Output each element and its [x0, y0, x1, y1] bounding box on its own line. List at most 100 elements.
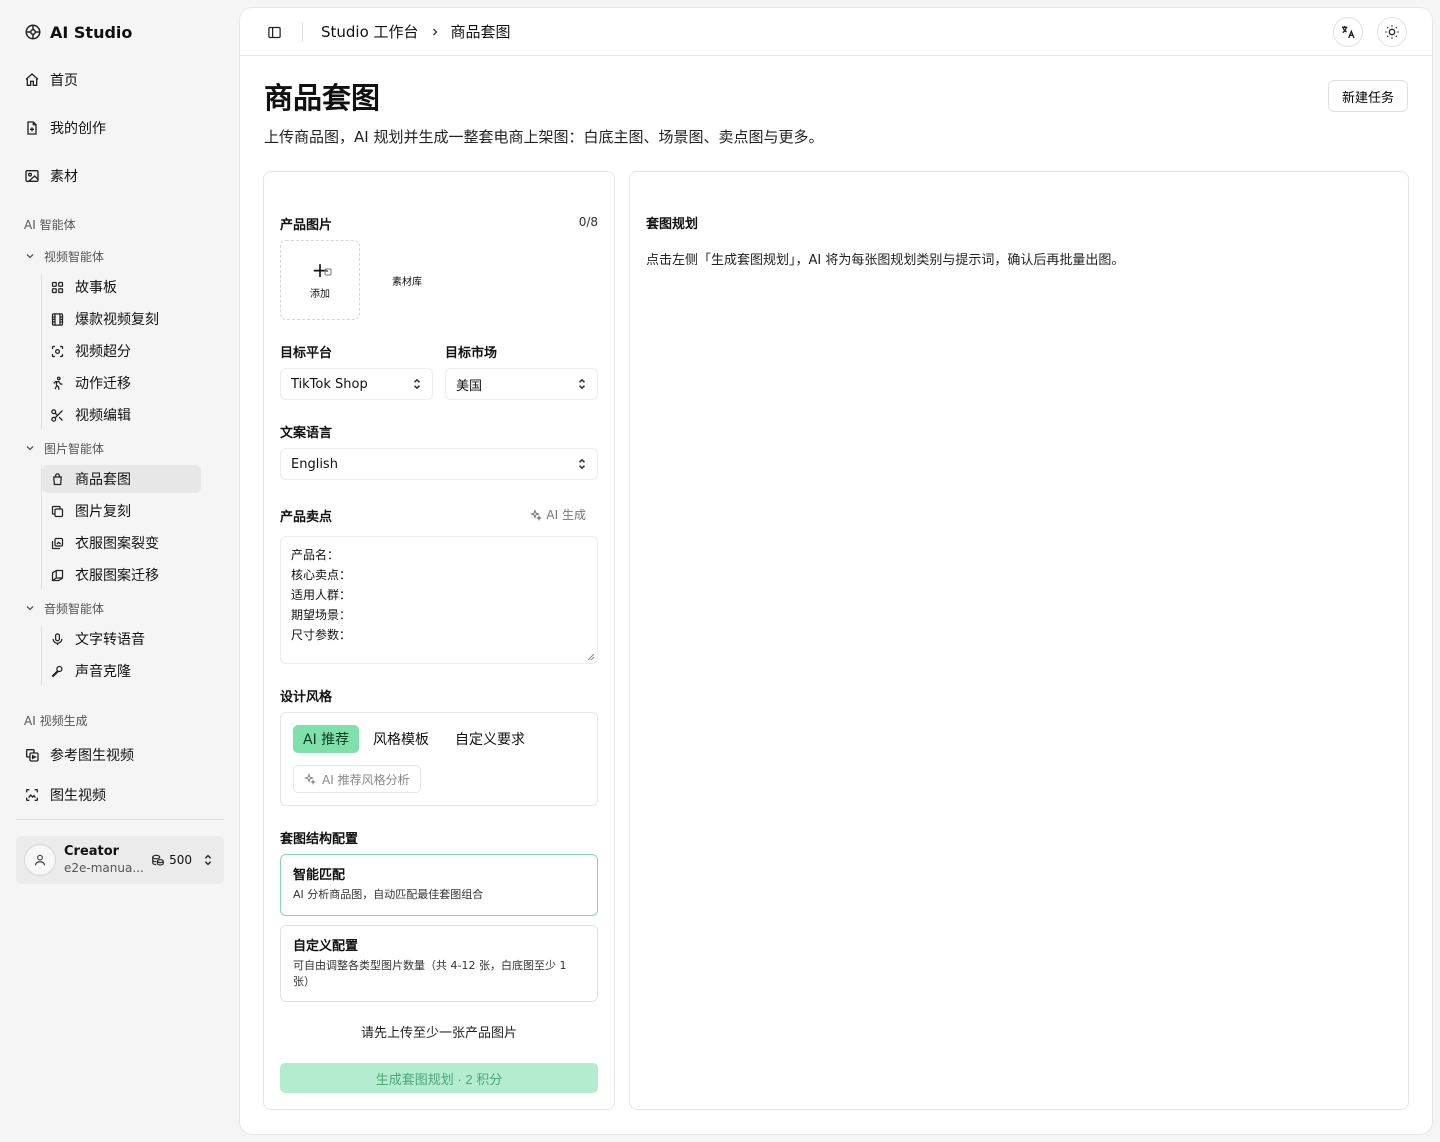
sidebar-item-pattern-transfer[interactable]: 衣服图案迁移: [42, 561, 201, 589]
coins-icon: [151, 853, 165, 867]
sidebar-item-video-edit[interactable]: 视频编辑: [42, 401, 201, 429]
selling-point-line: 期望场景：: [291, 608, 352, 622]
sidebar-item-label: 文字转语音: [75, 632, 145, 648]
platform-select[interactable]: TikTok Shop: [280, 368, 433, 400]
sidebar-item-viral-video[interactable]: 爆款视频复刻: [42, 305, 201, 333]
generate-plan-button[interactable]: 生成套图规划 · 2 积分: [280, 1063, 598, 1093]
grid-icon: [50, 280, 65, 295]
main-panel: Studio 工作台 商品套图 商品套图 上传商品图，AI 规划并生成一整套电商…: [240, 8, 1432, 1134]
option-title: 智能匹配: [293, 868, 346, 883]
chevron-up-down-icon: [577, 457, 587, 471]
sidebar-item-label: 故事板: [75, 280, 117, 296]
sidebar-item-storyboard[interactable]: 故事板: [42, 273, 201, 301]
transfer-icon: [50, 568, 65, 583]
microphone-icon: [50, 632, 65, 647]
plan-title: 套图规划: [646, 217, 699, 232]
sidebar-item-assets[interactable]: 素材: [16, 158, 224, 194]
sparkle-icon: [530, 508, 543, 521]
asset-library-link[interactable]: 素材库: [392, 273, 422, 288]
config-form: 产品图片 0/8 + 添加 素材库 目标平台 目标市场 TikTok Shop …: [263, 171, 615, 1110]
image-icon: [24, 168, 40, 184]
sidebar-item-home[interactable]: 首页: [16, 62, 224, 98]
sidebar-item-motion-transfer[interactable]: 动作迁移: [42, 369, 201, 397]
market-select[interactable]: 美国: [445, 368, 598, 400]
language-button[interactable]: [1333, 17, 1363, 47]
upload-add-button[interactable]: + 添加: [280, 240, 360, 320]
sidebar-top-nav: 首页 我的创作 素材: [16, 62, 224, 206]
scissors-icon: [50, 408, 65, 423]
sidebar-item-pattern-variation[interactable]: 衣服图案裂变: [42, 529, 201, 557]
sidebar-item-reference-video[interactable]: 参考图生视频: [16, 737, 224, 773]
group-image-agents: 图片智能体: [24, 438, 224, 458]
group-head-image[interactable]: 图片智能体: [24, 438, 224, 458]
group-head-video[interactable]: 视频智能体: [24, 246, 224, 266]
language-select[interactable]: English: [280, 448, 598, 480]
shopping-bag-icon: [50, 472, 65, 487]
sidebar-item-label: 图生视频: [50, 788, 106, 804]
option-description: 可自由调整各类型图片数量（共 4-12 张，白底图至少 1 张）: [293, 959, 567, 988]
user-icon: [33, 853, 47, 867]
upload-icon-wrap: +: [312, 260, 332, 281]
sidebar-item-image-replicate[interactable]: 图片复刻: [42, 497, 201, 525]
credits: 500: [151, 853, 214, 867]
chevron-down-icon: [24, 602, 36, 614]
selling-point-line: 尺寸参数：: [291, 628, 352, 642]
style-tab-custom[interactable]: 自定义要求: [445, 725, 535, 753]
selling-points-textarea[interactable]: 产品名： 核心卖点： 适用人群： 期望场景： 尺寸参数：: [280, 536, 598, 664]
user-name: Creator: [64, 844, 120, 859]
credits-value: 500: [169, 853, 192, 867]
sidebar-item-label: 参考图生视频: [50, 748, 134, 764]
translate-icon: [1340, 24, 1356, 40]
group-head-audio[interactable]: 音频智能体: [24, 598, 224, 618]
style-analysis-button[interactable]: AI 推荐风格分析: [293, 765, 421, 793]
theme-toggle-button[interactable]: [1377, 17, 1407, 47]
page-title: 商品套图: [264, 81, 381, 115]
market-value: 美国: [456, 378, 483, 394]
structure-option-custom[interactable]: 自定义配置 可自由调整各类型图片数量（共 4-12 张，白底图至少 1 张）: [280, 925, 598, 1002]
language-label: 文案语言: [280, 426, 333, 441]
product-images-label: 产品图片: [280, 218, 333, 233]
breadcrumb: Studio 工作台 商品套图: [321, 21, 511, 42]
ai-generate-button[interactable]: AI 生成: [530, 506, 586, 523]
language-value: English: [291, 456, 338, 472]
sidebar-item-product-set[interactable]: 商品套图: [42, 465, 201, 493]
group-audio-agents: 音频智能体: [24, 598, 224, 618]
chevron-up-down-icon: [202, 853, 214, 867]
sidebar-item-label: 衣服图案迁移: [75, 568, 159, 584]
ai-generate-label: AI 生成: [546, 508, 586, 522]
logo-icon: [24, 23, 42, 41]
user-email: e2e-manua...: [64, 861, 144, 875]
sidebar-toggle-button[interactable]: [264, 22, 284, 42]
new-task-button[interactable]: 新建任务: [1328, 80, 1408, 112]
brand-name: AI Studio: [50, 22, 133, 42]
sidebar-item-video-upscale[interactable]: 视频超分: [42, 337, 201, 365]
style-tab-ai-recommend[interactable]: AI 推荐: [293, 725, 360, 753]
design-style-label: 设计风格: [280, 690, 333, 705]
sidebar-item-voice-clone[interactable]: 声音克隆: [42, 657, 201, 685]
group-image-items: 商品套图 图片复刻 衣服图案裂变 衣服图案迁移: [41, 465, 201, 589]
file-icon: [24, 120, 40, 136]
sidebar-item-label: 爆款视频复刻: [75, 312, 159, 328]
user-card[interactable]: Creator e2e-manua... 500: [16, 836, 224, 884]
sidebar-item-label: 视频超分: [75, 344, 131, 360]
sidebar-item-tts[interactable]: 文字转语音: [42, 625, 201, 653]
sidebar-item-my-creations[interactable]: 我的创作: [16, 110, 224, 146]
chevron-down-icon: [24, 250, 36, 262]
chevron-up-down-icon: [577, 377, 587, 391]
section-label-ai-video: AI 视频生成: [24, 714, 88, 728]
brand[interactable]: AI Studio: [24, 20, 132, 44]
sidebar-item-image-to-video[interactable]: 图生视频: [16, 777, 224, 813]
image-to-video-icon: [24, 787, 40, 803]
style-tab-template[interactable]: 风格模板: [363, 725, 439, 753]
upload-add-label: 添加: [310, 289, 330, 300]
structure-option-smart[interactable]: 智能匹配 AI 分析商品图，自动匹配最佳套图组合: [280, 854, 598, 916]
group-label: 视频智能体: [44, 249, 105, 264]
sidebar-item-label: 商品套图: [75, 472, 131, 488]
chevron-up-down-icon: [412, 377, 422, 391]
topbar: Studio 工作台 商品套图: [240, 8, 1432, 56]
sun-icon: [1384, 24, 1400, 40]
user-info: Creator e2e-manua...: [64, 844, 144, 876]
resize-handle-icon[interactable]: [587, 653, 595, 661]
sidebar-item-label: 声音克隆: [75, 664, 131, 680]
breadcrumb-root[interactable]: Studio 工作台: [321, 21, 419, 42]
